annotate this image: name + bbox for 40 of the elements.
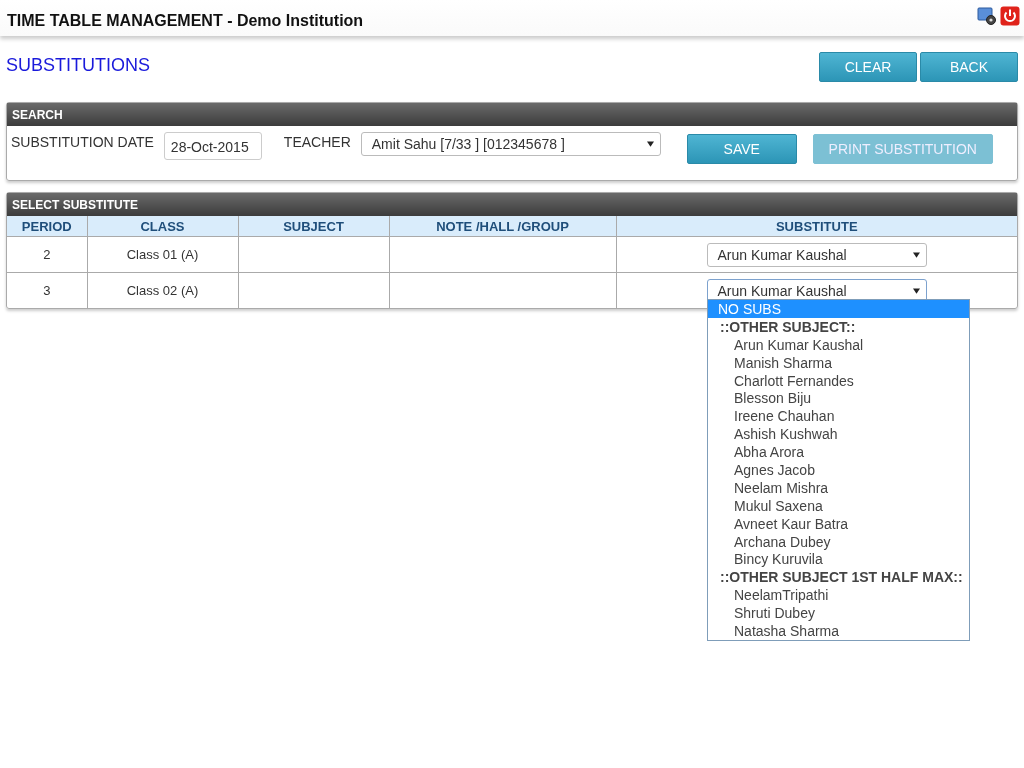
panel-header: SEARCH <box>7 103 1017 126</box>
substitute-select[interactable]: Arun Kumar Kaushal <box>706 242 927 267</box>
dropdown-option[interactable]: Bincy Kuruvila <box>708 550 969 569</box>
app-title: TIME TABLE MANAGEMENT - Demo Institution <box>7 12 364 30</box>
column-header: SUBSTITUTE <box>616 216 1017 237</box>
option-group-label: ::OTHER SUBJECT:: <box>719 317 857 336</box>
dropdown-option[interactable]: Avneet Kaur Batra <box>708 514 969 533</box>
settings-icon[interactable] <box>977 6 997 26</box>
table-cell: 2 <box>7 236 87 273</box>
dropdown-option[interactable]: Abha Arora <box>708 443 969 461</box>
field-label: TEACHER <box>283 134 351 150</box>
power-icon[interactable] <box>1000 6 1020 26</box>
panel-header: SELECT SUBSTITUTE <box>7 193 1017 216</box>
table-cell: 3 <box>7 272 87 308</box>
dropdown-option[interactable]: Shruti Dubey <box>708 604 969 623</box>
column-header: NOTE /HALL /GROUP <box>389 216 616 237</box>
dropdown-option[interactable]: Ireene Chauhan <box>708 407 969 426</box>
column-header: CLASS <box>87 216 238 237</box>
dropdown-option[interactable]: Arun Kumar Kaushal <box>708 335 969 354</box>
dropdown-option[interactable]: Neelam Mishra <box>708 478 969 497</box>
caret-icon <box>912 287 920 294</box>
field-label: SUBSTITUTION DATE <box>11 134 154 150</box>
dropdown-option[interactable]: Natasha Sharma <box>708 622 969 640</box>
dropdown-option[interactable]: NeelamTripathi <box>708 586 969 605</box>
column-header: PERIOD <box>7 216 87 237</box>
dropdown-option[interactable]: Charlott Fernandes <box>708 371 969 390</box>
dropdown-option[interactable]: Blesson Biju <box>708 389 969 408</box>
dropdown-option[interactable]: Mukul Saxena <box>708 496 969 515</box>
date-field[interactable]: 28-Oct-2015 <box>163 132 262 160</box>
dropdown-option[interactable]: Manish Sharma <box>708 353 969 372</box>
table-cell: Class 01 (A) <box>87 236 238 273</box>
teacher-select[interactable]: Amit Sahu [7/33 ] [012345678 ] <box>360 132 661 156</box>
option-group-label: ::OTHER SUBJECT 1ST HALF MAX:: <box>719 568 964 587</box>
caret-icon <box>646 141 654 147</box>
column-header: SUBJECT <box>238 216 389 237</box>
dropdown-option[interactable]: Archana Dubey <box>708 532 969 551</box>
page-title: SUBSTITUTIONS <box>6 55 150 77</box>
caret-icon <box>912 251 920 258</box>
dropdown-option[interactable]: Agnes Jacob <box>708 461 969 479</box>
dropdown-option[interactable]: Ashish Kushwah <box>708 425 969 444</box>
